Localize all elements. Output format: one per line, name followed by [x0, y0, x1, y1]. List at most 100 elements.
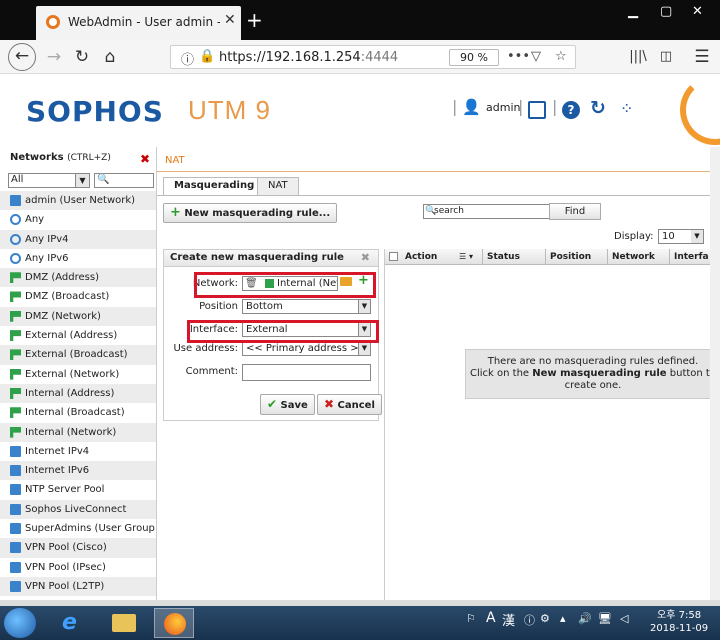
home-icon[interactable]: ⌂	[98, 45, 122, 69]
col-position[interactable]: Position	[550, 252, 591, 262]
sidebar-network-item[interactable]: Any IPv6	[0, 249, 156, 268]
highlight-network-row	[194, 272, 376, 298]
forward-arrow-icon[interactable]: →	[42, 45, 66, 69]
display-select[interactable]: 10 ▼	[658, 229, 704, 244]
tab-masquerading[interactable]: Masquerading	[163, 177, 266, 195]
start-button[interactable]	[4, 608, 36, 638]
show-hidden-icons[interactable]: ▴	[560, 612, 566, 625]
back-arrow-icon[interactable]: ←	[8, 43, 36, 71]
loading-spinner-icon: ⁘	[620, 99, 634, 118]
col-status[interactable]: Status	[487, 252, 520, 262]
col-network[interactable]: Network	[612, 252, 655, 262]
sidebar-network-item[interactable]: admin (User Network)	[0, 191, 156, 211]
sidebar-toggle-icon[interactable]: ◫	[654, 45, 678, 69]
sidebar-network-item[interactable]: Internal (Broadcast)	[0, 403, 156, 422]
sidebar-network-item[interactable]: Internet IPv6	[0, 461, 156, 481]
ime-hanja[interactable]: 漢	[502, 610, 515, 629]
sidebar-network-label: Sophos LiveConnect	[25, 503, 127, 515]
new-masquerading-rule-button[interactable]: + New masquerading rule...	[163, 203, 338, 223]
reload-icon[interactable]: ↻	[70, 45, 94, 69]
sidebar-network-label: Internet IPv4	[25, 445, 90, 457]
browser-tab[interactable]: WebAdmin - User admin - De ✕	[36, 6, 241, 40]
sidebar-network-item[interactable]: External (Broadcast)	[0, 345, 156, 365]
column-menu-icon[interactable]: ☰ ▾	[459, 252, 473, 261]
sidebar-network-item[interactable]: Sophos LiveConnect	[0, 499, 156, 520]
comment-row: Comment:	[164, 362, 380, 382]
vertical-scrollbar[interactable]	[710, 147, 720, 600]
sidebar-network-item[interactable]: Internet IPv4	[0, 442, 156, 461]
empty-line-2: Click on the New masquerading rule butto…	[470, 368, 716, 379]
address-bar[interactable]: ⓘ 🔒 https://192.168.1.254:4444 90 % ••• …	[170, 45, 576, 69]
comment-input[interactable]	[242, 364, 371, 381]
use-address-select[interactable]: << Primary address >> ▼	[242, 341, 371, 356]
zoom-level[interactable]: 90 %	[449, 49, 499, 66]
bookmark-star-icon[interactable]: ☆	[555, 49, 567, 64]
system-clock[interactable]: 오후 7:58 2018-11-09	[650, 609, 708, 635]
sidebar-network-item[interactable]: DMZ (Broadcast)	[0, 287, 156, 306]
cancel-button[interactable]: ✖ Cancel	[317, 394, 382, 415]
monitor-icon[interactable]: 🖥	[598, 612, 612, 625]
tab-close-icon[interactable]: ✕	[224, 12, 236, 28]
sidebar-filter-value: All	[11, 174, 24, 185]
find-button[interactable]: Find	[549, 203, 601, 220]
sidebar-network-item[interactable]: VPN Pool (L2TP)	[0, 576, 156, 597]
sidebar-network-item[interactable]: DMZ (Network)	[0, 306, 156, 327]
help-icon[interactable]: ?	[562, 101, 580, 119]
position-select[interactable]: Bottom ▼	[242, 299, 371, 314]
sidebar-network-item[interactable]: VPN Pool (IPsec)	[0, 558, 156, 577]
taskbar-ie[interactable]: e	[54, 608, 94, 638]
sidebar-network-item[interactable]: Any	[0, 210, 156, 229]
tab-nat[interactable]: NAT	[257, 177, 299, 195]
sidebar-search-input[interactable]: 🔍	[94, 173, 154, 188]
sidebar-network-label: External (Broadcast)	[25, 349, 128, 361]
search-icon: 🔍	[97, 174, 110, 185]
col-separator	[607, 249, 608, 265]
sidebar-network-item[interactable]: DMZ (Address)	[0, 268, 156, 288]
library-icon[interactable]: |||\	[626, 45, 650, 69]
network-tray-icon[interactable]: ⚐	[466, 612, 476, 625]
col-action[interactable]: Action	[405, 252, 437, 262]
col-interface[interactable]: Interfa	[674, 252, 709, 262]
network-flag-icon	[10, 349, 21, 361]
maximize-icon[interactable]: ▢	[660, 4, 672, 19]
volume-icon[interactable]: ◁	[620, 612, 628, 625]
sidebar-network-item[interactable]: SuperAdmins (User Group Ne	[0, 519, 156, 538]
position-value: Bottom	[246, 301, 283, 312]
taskbar-explorer[interactable]	[104, 608, 144, 638]
page-actions-icon[interactable]: •••	[507, 49, 530, 64]
taskbar-firefox[interactable]	[154, 608, 194, 638]
sidebar-network-item[interactable]: Any IPv4	[0, 229, 156, 249]
save-button[interactable]: ✔ Save	[260, 394, 315, 415]
sidebar-network-item[interactable]: NTP Server Pool	[0, 480, 156, 499]
search-input[interactable]: 🔍 search	[423, 204, 551, 219]
ime-a[interactable]: A	[486, 610, 496, 626]
new-tab-icon[interactable]: +	[246, 8, 263, 32]
help-tray-icon[interactable]: ⓘ	[524, 612, 535, 628]
sidebar-network-item[interactable]: External (Address)	[0, 326, 156, 345]
sidebar-close-icon[interactable]: ✖	[140, 152, 150, 166]
sidebar-network-item[interactable]: VPN Pool (Cisco)	[0, 538, 156, 558]
clipboard-icon[interactable]	[528, 101, 546, 119]
cancel-label: Cancel	[337, 400, 375, 411]
info-icon[interactable]: ⓘ	[181, 49, 194, 68]
any-network-icon	[10, 233, 21, 245]
minimize-icon[interactable]: ▁	[628, 4, 638, 19]
lock-warning-icon[interactable]: 🔒	[199, 49, 215, 64]
checkmark-icon: ✔	[267, 397, 278, 411]
host-icon	[10, 445, 21, 457]
sidebar-network-label: VPN Pool (Cisco)	[25, 542, 107, 554]
sidebar-network-item[interactable]: Internal (Address)	[0, 383, 156, 404]
header-username[interactable]: admin	[486, 101, 520, 114]
settings-tray-icon[interactable]: ⚙	[540, 612, 550, 625]
sidebar-network-item[interactable]: Internal (Network)	[0, 422, 156, 442]
refresh-icon[interactable]: ↻	[590, 97, 606, 119]
panel-close-icon[interactable]: ✖	[361, 250, 370, 266]
select-all-checkbox[interactable]	[389, 252, 398, 261]
breadcrumb[interactable]: NAT	[165, 155, 185, 166]
sidebar-filter-select[interactable]: All ▼	[8, 173, 90, 188]
window-close-icon[interactable]: ✕	[692, 4, 703, 19]
speaker-icon[interactable]: 🔊	[578, 612, 592, 625]
menu-icon[interactable]: ☰	[690, 45, 714, 69]
pocket-icon[interactable]: ▽	[531, 49, 541, 64]
sidebar-network-item[interactable]: External (Network)	[0, 365, 156, 384]
